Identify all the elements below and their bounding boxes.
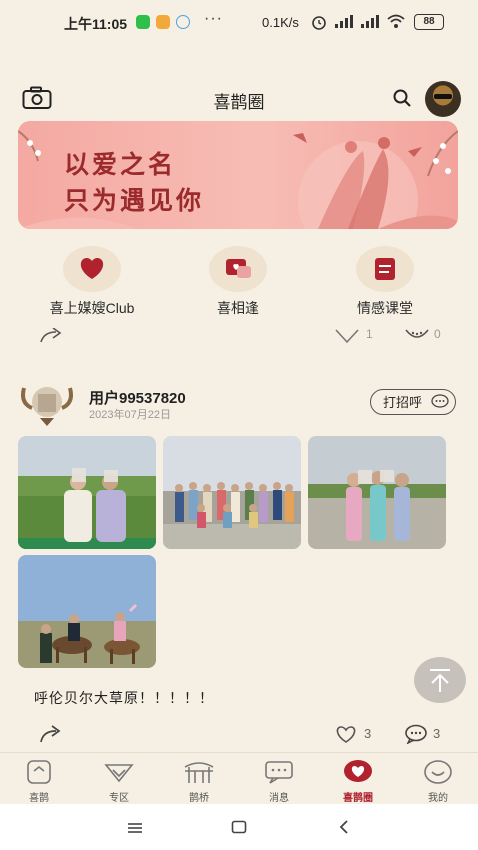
banner-line1: 以爱之名 <box>64 151 177 179</box>
post-photo[interactable] <box>18 555 156 668</box>
share-icon[interactable] <box>38 724 64 744</box>
post-photo[interactable] <box>18 436 156 549</box>
category-label: 情感课堂 <box>357 300 413 316</box>
tab-label: 专区 <box>109 793 129 804</box>
smile-icon <box>422 759 454 785</box>
cloud-icon <box>176 15 190 29</box>
heart-circle-icon <box>342 759 374 785</box>
tab-label: 喜鹊圈 <box>343 793 373 804</box>
more-notifications-icon: ··· <box>204 10 223 27</box>
tab-label: 鹊桥 <box>189 793 209 804</box>
diamond-icon <box>103 759 135 785</box>
category-label: 喜上媒嫂Club <box>49 300 135 316</box>
greet-button-label: 打招呼 <box>383 395 423 410</box>
home-icon <box>23 759 55 785</box>
post-photo[interactable] <box>308 436 446 549</box>
banner-line2: 只为遇见你 <box>64 187 205 215</box>
share-icon[interactable] <box>38 328 64 344</box>
net-speed: 0.1K/s <box>262 15 299 30</box>
bottom-tab-bar: 喜鹊 专区 鹊桥 消息 喜鹊圈 我的 <box>0 752 478 805</box>
signal-icon-2 <box>361 15 379 28</box>
wechat-icon <box>136 15 150 29</box>
back-icon[interactable] <box>338 819 350 835</box>
user-avatar[interactable] <box>425 81 461 117</box>
tab-home[interactable]: 喜鹊 <box>9 759 69 804</box>
signal-icon <box>335 15 353 28</box>
comment-icon[interactable] <box>404 328 430 344</box>
category-meet[interactable]: 喜相逢 <box>178 246 298 318</box>
notification-icon <box>156 15 170 29</box>
arrow-up-icon <box>430 669 450 692</box>
like-count: 3 <box>364 726 372 741</box>
status-bar: 上午11:05 ··· 0.1K/s 88 <box>0 0 478 44</box>
greet-button[interactable]: 打招呼 <box>370 389 456 415</box>
system-nav-bar <box>0 804 478 850</box>
category-club[interactable]: 喜上媒嫂Club <box>32 246 152 318</box>
category-label: 喜相逢 <box>217 300 259 316</box>
battery-icon: 88 <box>414 14 444 30</box>
like-icon[interactable] <box>334 724 358 744</box>
like-count: 1 <box>366 327 373 341</box>
category-class[interactable]: 情感课堂 <box>325 246 445 318</box>
tab-zone[interactable]: 专区 <box>89 759 149 804</box>
chat-bubble-icon <box>431 394 449 408</box>
tab-messages[interactable]: 消息 <box>249 759 309 804</box>
search-icon[interactable] <box>392 88 412 108</box>
menu-icon[interactable] <box>127 822 143 834</box>
post-username[interactable]: 用户99537820 <box>89 387 186 408</box>
like-icon[interactable] <box>334 328 360 344</box>
tab-label: 喜鹊 <box>29 793 49 804</box>
comment-count: 3 <box>433 726 441 741</box>
wifi-icon <box>387 14 405 28</box>
post-photo[interactable] <box>163 436 301 549</box>
tab-bridge[interactable]: 鹊桥 <box>169 759 229 804</box>
heart-chat-icon <box>209 246 267 292</box>
comment-icon[interactable] <box>404 724 428 744</box>
tab-circle[interactable]: 喜鹊圈 <box>328 759 388 804</box>
tab-label: 消息 <box>269 793 289 804</box>
tab-mine[interactable]: 我的 <box>408 759 468 804</box>
tab-label: 我的 <box>428 793 448 804</box>
home-square-icon[interactable] <box>231 820 247 834</box>
message-icon <box>263 759 295 785</box>
bridge-icon <box>183 759 215 785</box>
post-date: 2023年07月22日 <box>89 409 171 421</box>
alarm-icon <box>312 16 326 30</box>
post-user-avatar[interactable] <box>18 378 76 428</box>
post-caption: 呼伦贝尔大草原！！！！！ <box>34 690 214 706</box>
status-time: 上午11:05 <box>64 16 128 32</box>
heart-hand-icon <box>63 246 121 292</box>
comment-count: 0 <box>434 327 441 341</box>
notebook-icon <box>356 246 414 292</box>
back-to-top-button[interactable] <box>414 657 466 703</box>
promo-banner[interactable]: 以爱之名 只为遇见你 <box>18 121 458 229</box>
